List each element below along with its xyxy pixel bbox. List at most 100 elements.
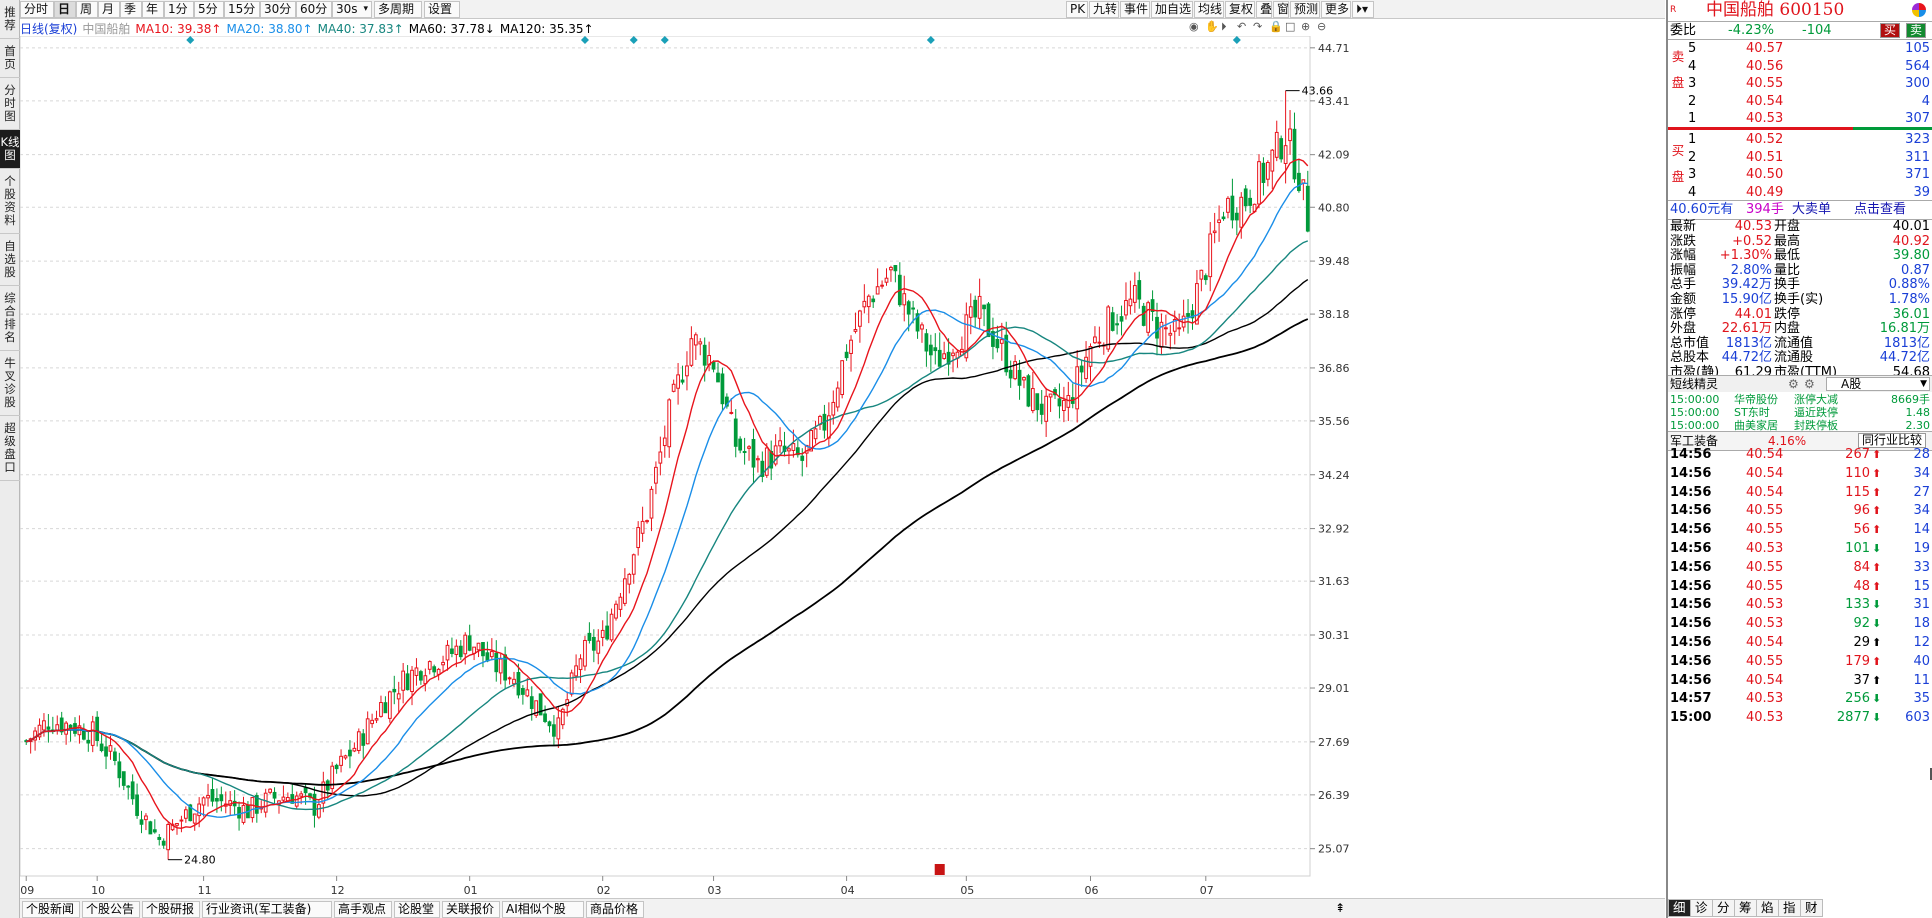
event-marker-icon[interactable] [629, 36, 638, 44]
bottom-tab-2[interactable]: 个股研报 [142, 901, 200, 918]
big-order-link[interactable]: 点击查看 [1854, 201, 1906, 219]
bid-row[interactable]: 1 40.52 323 [1668, 131, 1932, 149]
short-line-row[interactable]: 15:00:00 华帝股份 涨停大减 8669手 [1668, 393, 1932, 406]
period-tab-6[interactable]: 1分 [164, 1, 194, 18]
multi-period-button[interactable]: 多周期 [374, 1, 422, 18]
gear-icon[interactable]: ⚙ [1804, 376, 1815, 392]
event-marker-icon[interactable] [660, 36, 669, 44]
event-marker-icon[interactable] [186, 36, 195, 44]
eye-icon[interactable]: ◉ [1185, 18, 1201, 35]
play-icon[interactable]: ⏵ [1217, 18, 1233, 35]
period-tab-8[interactable]: 15分 [224, 1, 260, 18]
event-marker-icon[interactable] [580, 36, 589, 44]
market-select[interactable]: A股 ▼ [1826, 377, 1930, 391]
bid-row[interactable]: 4 40.49 39 [1668, 184, 1932, 202]
sidebar-item-6[interactable]: 综合排名 [0, 286, 20, 351]
period-tab-3[interactable]: 月 [98, 1, 120, 18]
panel-tab-2[interactable]: 分 [1712, 899, 1735, 917]
bottom-tab-3[interactable]: 行业资讯(军工装备) [202, 901, 332, 918]
event-badge-icon[interactable] [934, 864, 945, 875]
sidebar-item-5[interactable]: 自选股 [0, 234, 20, 286]
bid-volume: 371 [1905, 167, 1930, 182]
period-tab-4[interactable]: 季 [120, 1, 142, 18]
interval-select[interactable]: 30s ▾ [332, 1, 372, 18]
undo-icon[interactable]: ↶ [1233, 18, 1249, 35]
toolbar-more-icon[interactable]: ⏵▾ [1352, 1, 1374, 18]
chart-mode-label[interactable]: 日线(复权) [20, 22, 77, 36]
toolbar-right-6[interactable]: 叠 [1256, 1, 1272, 18]
square-icon[interactable]: □ [1281, 18, 1297, 35]
panel-tab-4[interactable]: 焰 [1756, 899, 1779, 917]
buy-button[interactable]: 买 [1880, 23, 1901, 38]
bid-row[interactable]: 2 40.51 311 [1668, 149, 1932, 167]
panel-tab-5[interactable]: 指 [1778, 899, 1801, 917]
candle-body [356, 731, 361, 751]
ask-row[interactable]: 2 40.54 4 [1668, 93, 1932, 111]
period-tab-5[interactable]: 年 [142, 1, 164, 18]
redo-icon[interactable]: ↷ [1249, 18, 1265, 35]
period-tab-7[interactable]: 5分 [194, 1, 224, 18]
sidebar-item-8[interactable]: 超级盘口 [0, 416, 20, 481]
hand-icon[interactable]: ✋ [1201, 18, 1219, 35]
bottom-tab-0[interactable]: 个股新闻 [22, 901, 80, 918]
bottom-tab-4[interactable]: 高手观点 [334, 901, 392, 918]
toolbar-right-0[interactable]: PK [1066, 1, 1088, 18]
panel-tab-3[interactable]: 筹 [1734, 899, 1757, 917]
sidebar-item-0[interactable]: 推荐 [0, 0, 20, 39]
ask-row[interactable]: 3 40.55 300 [1668, 75, 1932, 93]
color-wheel-icon[interactable] [1912, 3, 1926, 17]
period-tab-0[interactable]: 分时 [20, 1, 54, 18]
settings-button[interactable]: 设置 [424, 1, 460, 18]
lock-icon[interactable]: 🔒 [1265, 18, 1283, 35]
period-tab-10[interactable]: 60分 [296, 1, 332, 18]
panel-tab-6[interactable]: 财 [1800, 899, 1823, 917]
candle [1212, 212, 1217, 244]
toolbar-right-4[interactable]: 均线 [1194, 1, 1224, 18]
kline-chart[interactable]: 44.7143.4142.0940.8039.4838.1836.8635.56… [20, 36, 1666, 898]
sidebar-item-2[interactable]: 分时图 [0, 78, 20, 130]
tick-row: 14:56 40.55 56 ⬆ 14 [1668, 520, 1932, 539]
candle [1137, 271, 1142, 309]
toolbar-right-1[interactable]: 九转 [1089, 1, 1119, 18]
toolbar-right-5[interactable]: 复权 [1225, 1, 1255, 18]
ask-row[interactable]: 5 40.57 105 [1668, 40, 1932, 58]
toolbar-right-7[interactable]: 窗 [1273, 1, 1289, 18]
toolbar-right-8[interactable]: 预测 [1290, 1, 1320, 18]
sidebar-item-4[interactable]: 个股资料 [0, 169, 20, 234]
sidebar-item-1[interactable]: 首页 [0, 39, 20, 78]
x-tick-label: 03 [708, 884, 722, 897]
toolbar-right-2[interactable]: 事件 [1120, 1, 1150, 18]
bottom-tab-7[interactable]: AI相似个股 [502, 901, 584, 918]
bottom-tab-5[interactable]: 论股堂 [394, 901, 440, 918]
short-line-row[interactable]: 15:00:00 ST东时 逼近跌停 1.48 [1668, 406, 1932, 419]
panel-tab-1[interactable]: 诊 [1690, 899, 1713, 917]
filter-icon[interactable]: ⚙ [1788, 376, 1799, 392]
sell-button[interactable]: 卖 [1906, 23, 1927, 38]
period-tab-9[interactable]: 30分 [260, 1, 296, 18]
sidebar-item-3[interactable]: K线图 [0, 130, 20, 169]
zoom-in-icon[interactable]: ⊕ [1297, 18, 1313, 35]
bottom-tab-6[interactable]: 关联报价 [442, 901, 500, 918]
event-marker-icon[interactable] [926, 36, 935, 44]
candle [622, 568, 627, 607]
bid-row[interactable]: 3 40.50 371 [1668, 166, 1932, 184]
ask-row[interactable]: 4 40.56 564 [1668, 58, 1932, 76]
event-marker-icon[interactable] [1232, 36, 1241, 44]
zoom-out-icon[interactable]: ⊖ [1313, 18, 1329, 35]
panel-tab-0[interactable]: 细 [1668, 899, 1691, 917]
tick-volume: 110 [1845, 465, 1870, 481]
scroll-top-icon[interactable]: ⇞ [1332, 901, 1350, 918]
period-tab-1[interactable]: 日 [54, 1, 76, 18]
bottom-tab-1[interactable]: 个股公告 [82, 901, 140, 918]
candle-body [95, 716, 100, 742]
candle [1124, 282, 1128, 320]
toolbar-right-9[interactable]: 更多 [1321, 1, 1351, 18]
candle [693, 332, 698, 360]
sidebar-item-7[interactable]: 牛叉诊股 [0, 351, 20, 416]
toolbar-right-3[interactable]: 加自选 [1151, 1, 1193, 18]
bottom-tab-8[interactable]: 商品价格 [586, 901, 644, 918]
candle-body [906, 301, 911, 315]
tick-volume: 256 [1845, 691, 1870, 707]
ask-row[interactable]: 1 40.53 307 [1668, 110, 1932, 128]
period-tab-2[interactable]: 周 [76, 1, 98, 18]
